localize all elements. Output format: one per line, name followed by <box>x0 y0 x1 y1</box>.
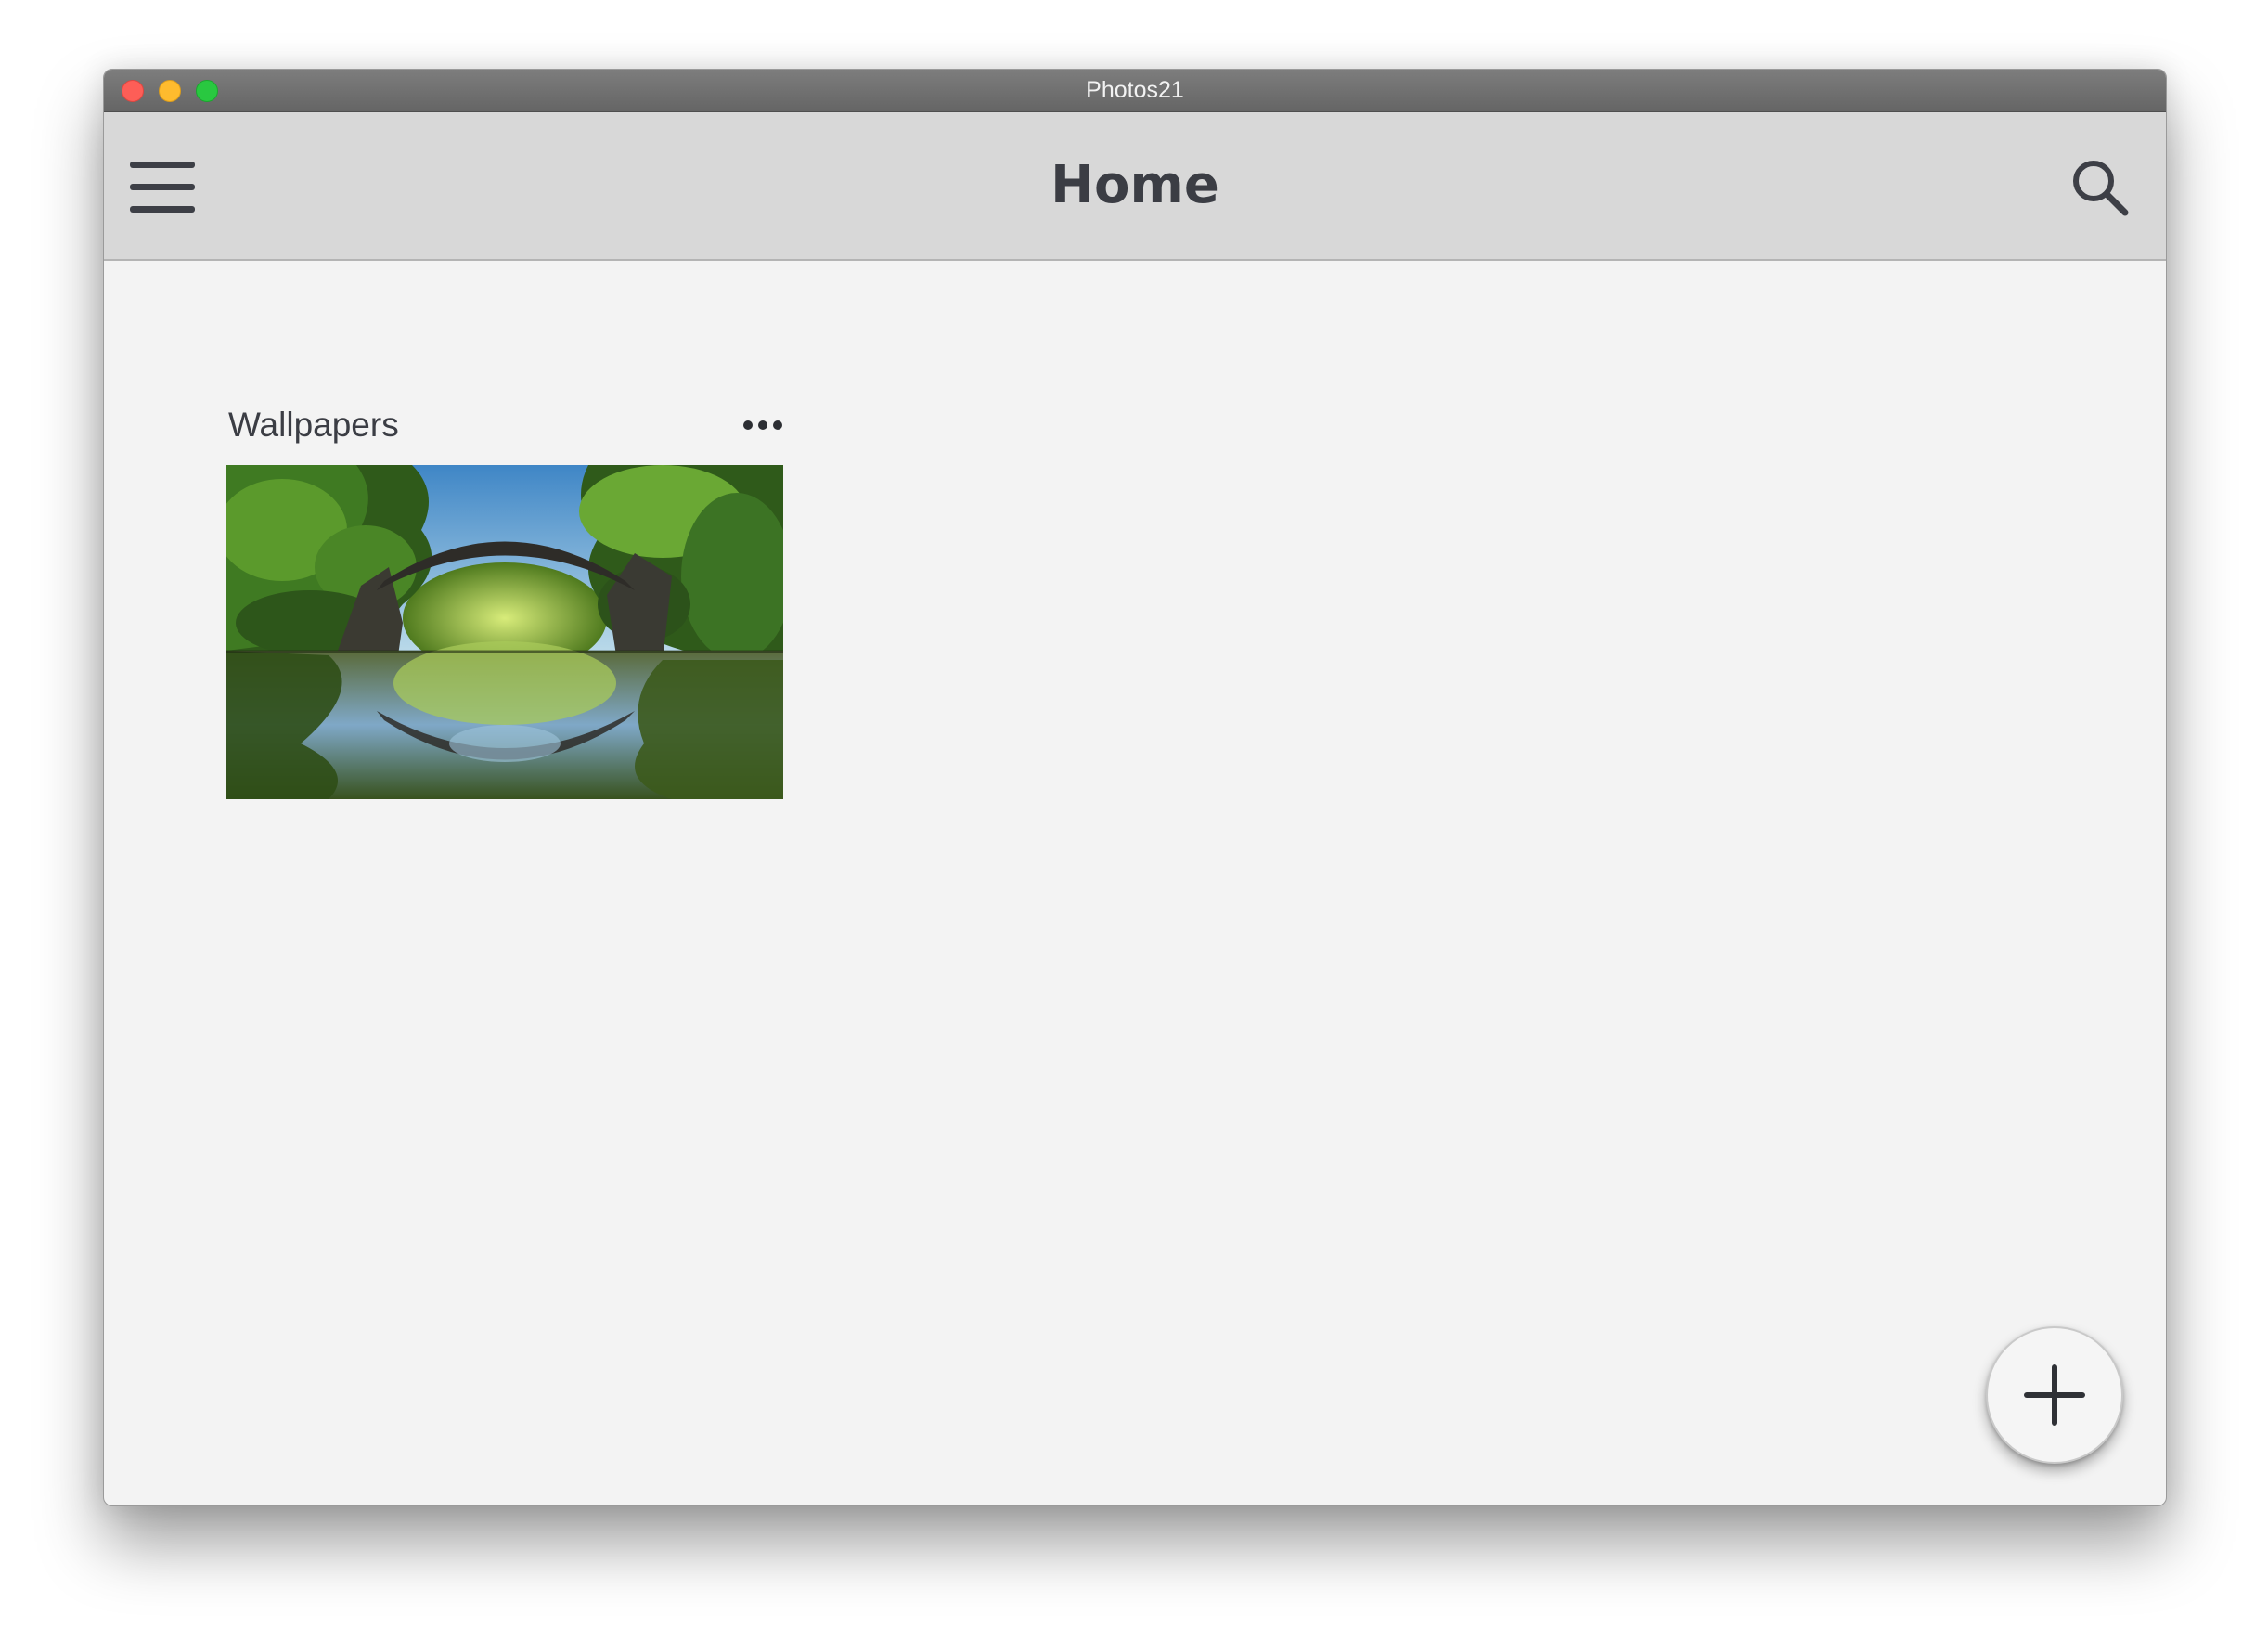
app-bar: Home <box>104 112 2166 261</box>
page-title: Home <box>1050 155 1219 215</box>
hamburger-menu-icon[interactable] <box>130 162 197 213</box>
more-horizontal-icon[interactable] <box>741 411 785 439</box>
add-button[interactable] <box>1986 1326 2123 1464</box>
search-icon[interactable] <box>2069 157 2131 218</box>
album-header: Wallpapers <box>226 398 783 454</box>
app-window: Photos21 Home Wallpapers <box>103 69 2167 1506</box>
album-card: Wallpapers <box>226 398 783 799</box>
album-name[interactable]: Wallpapers <box>228 406 399 445</box>
main-content: Wallpapers <box>104 261 2166 1505</box>
window-title: Photos21 <box>1086 77 1184 103</box>
album-thumbnail[interactable] <box>226 465 783 799</box>
plus-icon <box>2024 1364 2085 1426</box>
window-titlebar[interactable]: Photos21 <box>104 70 2166 112</box>
